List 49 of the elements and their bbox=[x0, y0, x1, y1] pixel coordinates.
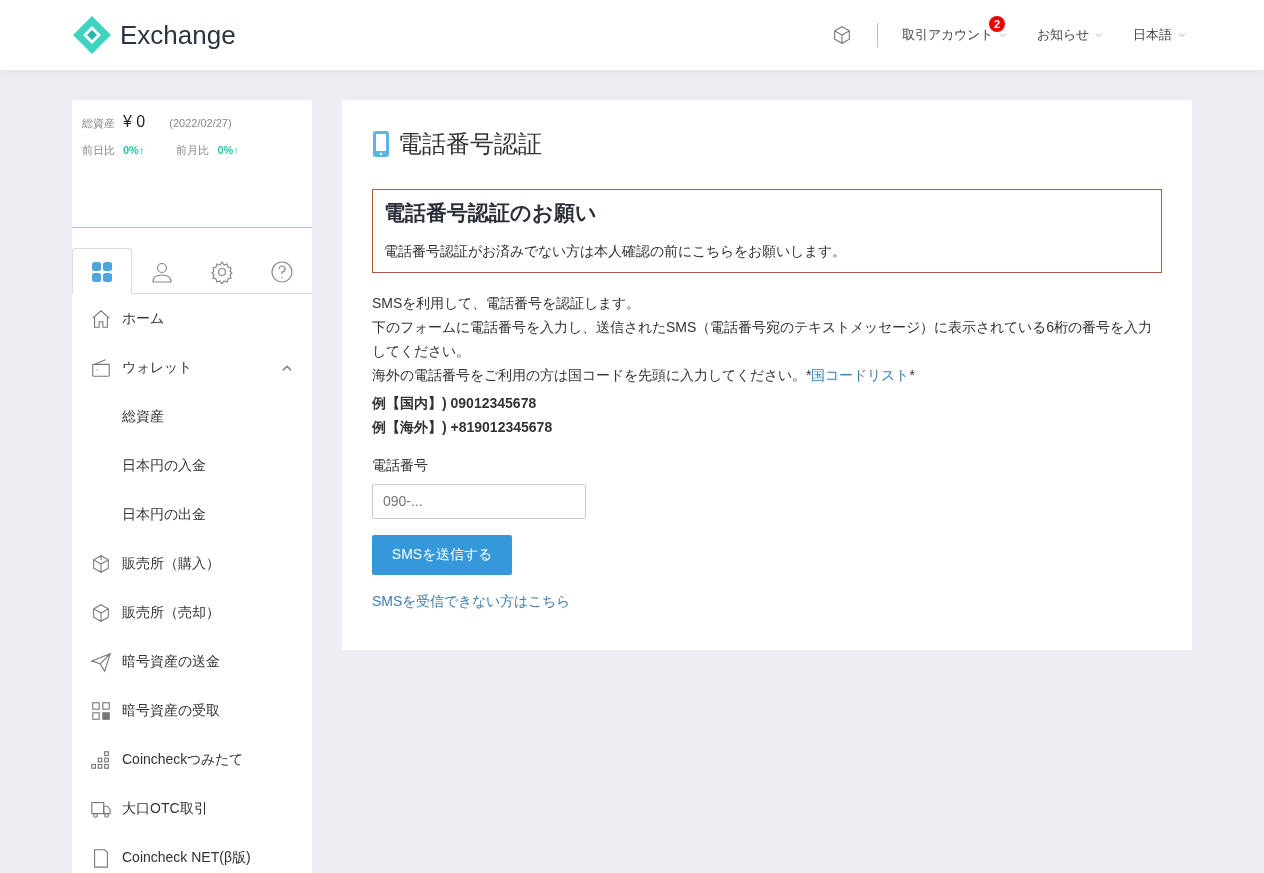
example-text: 例【海外】) +819012345678 bbox=[372, 418, 554, 437]
blocks-icon bbox=[90, 748, 112, 771]
box-icon bbox=[90, 552, 112, 575]
date-text: (2022/02/27) bbox=[169, 116, 232, 131]
help-icon bbox=[270, 259, 294, 284]
sidebar-menu-item[interactable]: 大口OTC取引 bbox=[72, 784, 312, 833]
box-icon bbox=[90, 601, 112, 624]
nav-menu[interactable]: 日本語 bbox=[1133, 25, 1188, 45]
sidebar-menu-item[interactable]: 総資産 bbox=[72, 392, 312, 441]
phone-icon bbox=[372, 130, 390, 159]
qr-code-icon bbox=[90, 699, 112, 722]
sidebar-menu-item[interactable]: 販売所（売却） bbox=[72, 588, 312, 637]
page-title: 電話番号認証 bbox=[398, 130, 542, 159]
example-text: 例【国内】) 09012345678 bbox=[372, 394, 538, 413]
sidebar-menu-item[interactable]: Coincheck NET(β版) bbox=[72, 833, 312, 873]
sidebar-menu-item[interactable]: ウォレット bbox=[72, 343, 312, 392]
alert-heading: 電話番号認証のお願い bbox=[384, 199, 598, 225]
alert-text: 電話番号認証がお済みでない方は本人確認の前にこちらをお願いします。 bbox=[384, 242, 847, 261]
home-icon bbox=[90, 307, 112, 330]
sidebar-menu-item[interactable]: 販売所（購入） bbox=[72, 539, 312, 588]
grid-icon bbox=[90, 259, 114, 284]
send-icon bbox=[90, 650, 112, 673]
phone-input-field[interactable]: 090-... bbox=[372, 484, 586, 519]
change-value: 0%↑ bbox=[123, 143, 145, 158]
change-value: 0%↑ bbox=[217, 143, 239, 158]
instruction-text: 下のフォームに電話番号を入力し、送信されたSMS（電話番号宛のテキストメッセージ）に表示されている6桁の番号を入力してください。 bbox=[372, 318, 1154, 361]
sidebar-menu-item[interactable]: ホーム bbox=[72, 294, 312, 343]
logo-text[interactable]: Exchange bbox=[120, 15, 236, 55]
help-link[interactable]: SMSを受信できない方はこちら bbox=[372, 591, 571, 612]
summary-label: 総資産 bbox=[82, 116, 115, 131]
country-code-link[interactable]: 国コードリスト bbox=[811, 367, 910, 383]
sidebar-menu-item[interactable]: 暗号資産の送金 bbox=[72, 637, 312, 686]
notification-badge: 2 bbox=[989, 16, 1005, 33]
total-value: ¥ 0 bbox=[123, 112, 146, 132]
settings-icon bbox=[210, 259, 234, 284]
logo-icon[interactable] bbox=[72, 15, 112, 55]
cube-icon[interactable] bbox=[831, 24, 853, 46]
instruction-text: SMSを利用して、電話番号を認証します。 bbox=[372, 294, 642, 313]
summary-label: 前月比 bbox=[176, 143, 210, 158]
sidebar-menu-item[interactable]: 暗号資産の受取 bbox=[72, 686, 312, 735]
summary-label: 前日比 bbox=[82, 143, 115, 158]
nav-menu[interactable]: お知らせ bbox=[1037, 25, 1105, 45]
sidebar-menu-item[interactable]: 日本円の出金 bbox=[72, 490, 312, 539]
sidebar-tab[interactable] bbox=[72, 248, 132, 294]
instruction-text: 海外の電話番号をご利用の方は国コードを先頭に入力してください。*国コードリスト* bbox=[372, 366, 916, 385]
field-label: 電話番号 bbox=[372, 456, 429, 475]
sidebar-menu-item[interactable]: 日本円の入金 bbox=[72, 441, 312, 490]
wallet-icon bbox=[90, 356, 112, 379]
sidebar-menu-item[interactable]: Coincheckつみたて bbox=[72, 735, 312, 784]
